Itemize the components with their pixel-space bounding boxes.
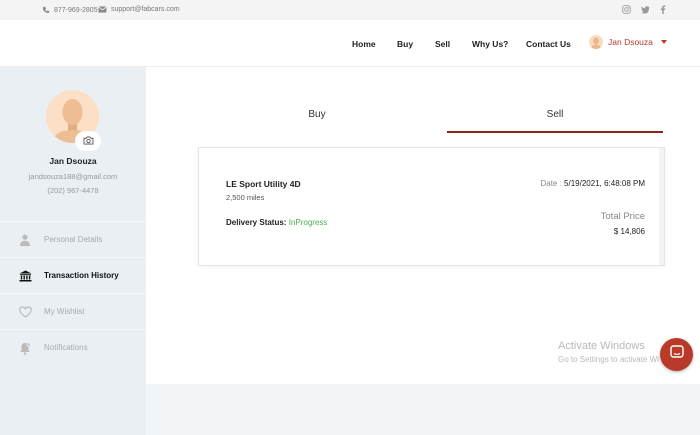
date-label: Date : [540,179,565,188]
sidebar-item-my-wishlist[interactable]: My Wishlist [0,293,146,329]
total-price-label: Total Price [600,211,645,222]
tab-sell[interactable]: Sell [447,109,663,120]
change-photo-button[interactable] [75,131,101,151]
profile-name: Jan Dsouza [49,156,97,166]
transaction-card[interactable]: LE Sport Utility 4D 2,500 miles Delivery… [198,147,665,266]
profile-email: jandsouza188@gmail.com [28,172,118,181]
envelope-icon [98,6,107,13]
user-icon [18,233,32,247]
social-links [622,5,666,14]
user-name: Jan Dsouza [608,37,653,47]
tab-buy[interactable]: Buy [198,109,436,120]
main-header: Home Buy Sell Why Us? Contact Us Jan Dso… [0,20,700,67]
delivery-status-label: Delivery Status: [226,218,287,227]
active-tab-indicator [447,131,663,133]
total-price-value: $ 14,806 [613,227,645,236]
heart-icon [18,305,32,319]
vehicle-name: LE Sport Utility 4D [226,179,301,189]
vehicle-miles: 2,500 miles [226,193,265,202]
bell-icon [18,341,32,355]
transaction-panel: Buy Sell LE Sport Utility 4D 2,500 miles… [146,67,700,384]
sidebar-item-label: Personal Details [44,235,103,244]
email-contact[interactable]: support@fabcars.com [98,6,180,13]
top-contact-bar: 877-969-2805 support@fabcars.com [0,0,700,20]
profile-phone: (202) 967-4478 [47,186,99,195]
sidebar-item-label: My Wishlist [44,307,85,316]
status-badge: InProgress [288,218,328,227]
chat-icon [669,344,685,365]
sidebar-item-personal-details[interactable]: Personal Details [0,221,146,257]
phone-icon [42,6,50,14]
transaction-date: Date : 5/19/2021, 6:48:08 PM [540,179,645,188]
chat-button[interactable] [660,338,693,371]
bank-icon [18,269,32,283]
nav-home[interactable]: Home [352,39,376,49]
sidebar-item-label: Transaction History [44,271,119,280]
camera-icon [83,132,94,150]
activate-windows-watermark: Activate Windows Go to Settings to activ… [558,340,659,364]
date-value: 5/19/2021, 6:48:08 PM [564,179,645,188]
watermark-subtitle: Go to Settings to activate Wi [558,355,659,364]
phone-number: 877-969-2805 [54,6,98,14]
avatar [589,35,603,49]
support-email: support@fabcars.com [111,6,180,13]
sidebar-item-notifications[interactable]: Notifications [0,329,146,365]
sidebar-item-label: Notifications [44,343,88,352]
twitter-icon[interactable] [641,5,650,14]
delivery-status: Delivery Status: InProgress [226,218,327,227]
facebook-icon[interactable] [660,5,666,14]
profile-card: Jan Dsouza jandsouza188@gmail.com (202) … [0,67,146,219]
nav-sell[interactable]: Sell [435,39,450,49]
sidebar: Jan Dsouza jandsouza188@gmail.com (202) … [0,67,146,435]
phone-contact[interactable]: 877-969-2805 [42,6,98,14]
nav-contact-us[interactable]: Contact Us [526,39,571,49]
watermark-title: Activate Windows [558,340,645,352]
nav-why-us[interactable]: Why Us? [472,39,508,49]
scrollbar[interactable] [659,148,664,265]
instagram-icon[interactable] [622,5,631,14]
user-menu[interactable]: Jan Dsouza [589,35,667,49]
nav-buy[interactable]: Buy [397,39,413,49]
sidebar-item-transaction-history[interactable]: Transaction History [0,257,146,293]
chevron-down-icon [660,40,667,44]
